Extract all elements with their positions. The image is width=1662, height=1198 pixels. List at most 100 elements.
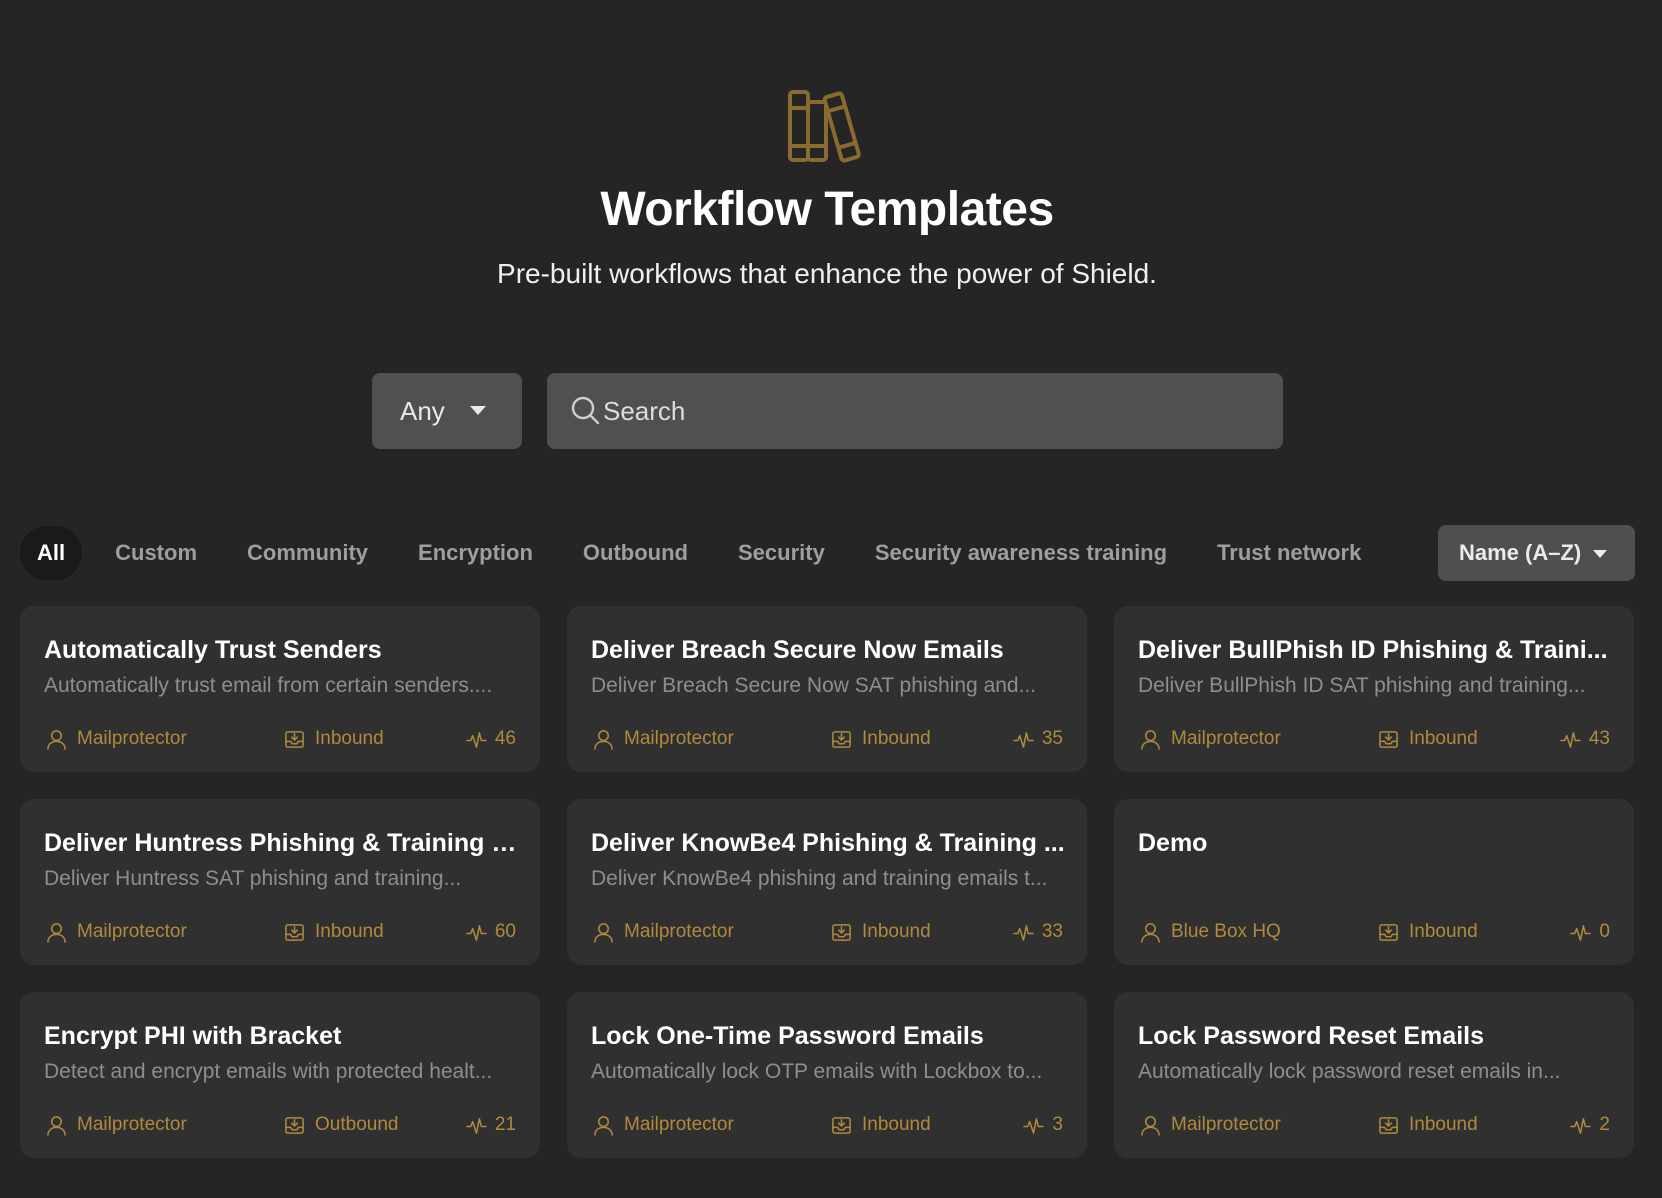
activity-icon [1570,1117,1592,1134]
card-author: Mailprotector [593,1114,734,1136]
category-tabs: All Custom Community Encryption Outbound… [20,526,1394,580]
card-author-label: Mailprotector [77,1114,187,1135]
card-author: Mailprotector [593,921,734,943]
workflow-templates-page: Workflow Templates Pre-built workflows t… [0,0,1662,1198]
activity-icon [1013,731,1034,748]
card-meta: Mailprotector Inbound 35 [593,728,1063,752]
card-author: Mailprotector [593,728,734,750]
template-card[interactable]: Demo Blue Box HQ Inbound 0 [1114,799,1634,965]
search-field[interactable] [547,373,1283,449]
user-icon [1141,729,1160,750]
card-author: Blue Box HQ [1140,921,1281,943]
sort-dropdown[interactable]: Name (A–Z) [1438,525,1635,581]
card-direction: Inbound [284,728,384,750]
sort-value: Name (A–Z) [1459,540,1582,565]
card-author-label: Mailprotector [624,1114,734,1135]
card-direction-label: Inbound [315,921,384,942]
inbox-icon [832,730,851,748]
user-icon [47,922,66,943]
activity-icon [1570,924,1592,941]
card-runs-count: 43 [1588,728,1610,749]
card-runs-count: 60 [494,921,516,942]
card-runs: 0 [1570,921,1610,943]
card-author: Mailprotector [1140,1114,1281,1136]
card-direction-label: Inbound [315,728,384,749]
card-author-label: Mailprotector [1171,1114,1281,1135]
tab-encryption[interactable]: Encryption [401,526,550,580]
card-runs: 21 [466,1114,516,1136]
card-runs: 3 [1023,1114,1063,1136]
card-runs-count: 3 [1052,1114,1063,1135]
tab-security[interactable]: Security [721,526,842,580]
card-title: Lock Password Reset Emails [1138,1022,1484,1050]
activity-icon [1023,1117,1045,1134]
template-card[interactable]: Lock One-Time Password Emails Automatica… [567,992,1087,1158]
card-direction-label: Inbound [862,728,931,749]
card-runs-count: 46 [494,728,516,749]
template-card[interactable]: Deliver Breach Secure Now Emails Deliver… [567,606,1087,772]
card-runs-count: 35 [1041,728,1063,749]
user-icon [47,729,66,750]
search-input[interactable] [603,395,1253,427]
caret-down-icon [1593,550,1607,558]
activity-icon [1013,924,1034,941]
card-title: Deliver Breach Secure Now Emails [591,636,1004,664]
inbox-icon [1379,1116,1398,1134]
activity-icon [1560,731,1581,748]
tab-trust-network[interactable]: Trust network [1200,526,1378,580]
template-card[interactable]: Lock Password Reset Emails Automatically… [1114,992,1634,1158]
card-title: Deliver KnowBe4 Phishing & Training ... [591,829,1065,857]
tab-community[interactable]: Community [230,526,385,580]
card-direction-label: Inbound [1409,1114,1478,1135]
card-description: Deliver Huntress SAT phishing and traini… [44,867,462,890]
template-card[interactable]: Encrypt PHI with Bracket Detect and encr… [20,992,540,1158]
card-description: Automatically lock password reset emails… [1138,1060,1561,1083]
source-filter-value: Any [400,395,445,426]
tab-all[interactable]: All [20,526,83,580]
outbox-icon [285,1116,304,1134]
card-direction: Inbound [831,1114,931,1136]
card-author-label: Mailprotector [624,728,734,749]
card-direction: Inbound [831,728,931,750]
card-direction-label: Inbound [1409,921,1478,942]
template-card[interactable]: Deliver BullPhish ID Phishing & Traini..… [1114,606,1634,772]
template-card[interactable]: Automatically Trust Senders Automaticall… [20,606,540,772]
tab-custom[interactable]: Custom [98,526,214,580]
card-description: Automatically trust email from certain s… [44,674,493,697]
card-description: Detect and encrypt emails with protected… [44,1060,493,1083]
card-author-label: Mailprotector [1171,728,1281,749]
card-runs-count: 0 [1599,921,1610,942]
template-card[interactable]: Deliver KnowBe4 Phishing & Training ... … [567,799,1087,965]
source-filter-dropdown[interactable]: Any [372,373,522,449]
card-direction: Inbound [284,921,384,943]
inbox-icon [285,923,304,941]
template-card[interactable]: Deliver Huntress Phishing & Training E..… [20,799,540,965]
card-description: Deliver BullPhish ID SAT phishing and tr… [1138,674,1586,697]
card-runs: 33 [1013,921,1063,943]
card-author-label: Mailprotector [77,921,187,942]
tab-outbound[interactable]: Outbound [566,526,705,580]
inbox-icon [832,1116,851,1134]
card-direction: Inbound [831,921,931,943]
card-runs-count: 21 [494,1114,516,1135]
card-direction-label: Outbound [315,1114,399,1135]
inbox-icon [285,730,304,748]
card-direction-label: Inbound [1409,728,1478,749]
books-icon [788,90,861,163]
user-icon [594,922,613,943]
card-title: Demo [1138,829,1208,857]
card-title: Deliver BullPhish ID Phishing & Traini..… [1138,636,1608,664]
card-title: Automatically Trust Senders [44,636,382,664]
card-runs-count: 2 [1599,1114,1610,1135]
card-author: Mailprotector [46,728,187,750]
inbox-icon [832,923,851,941]
tab-security-awareness-training[interactable]: Security awareness training [858,526,1184,580]
card-meta: Mailprotector Inbound 46 [46,728,516,752]
page-title: Workflow Templates [600,183,1054,236]
card-runs: 43 [1560,728,1610,750]
card-direction-label: Inbound [862,921,931,942]
card-author-label: Mailprotector [77,728,187,749]
activity-icon [466,924,487,941]
inbox-icon [1379,923,1398,941]
activity-icon [466,1117,487,1134]
